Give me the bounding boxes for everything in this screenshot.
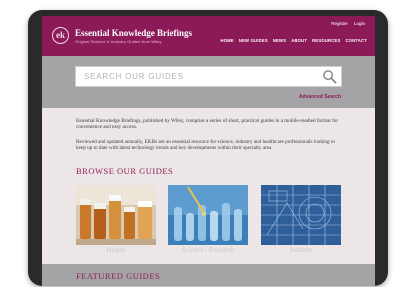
category-label-science[interactable]: Science / Research (168, 246, 248, 254)
register-link[interactable]: Register (331, 21, 348, 26)
brand-name[interactable]: Essential Knowledge Briefings (75, 28, 192, 38)
utility-links: Register Login (331, 21, 365, 26)
main-nav: HOME NEW GUIDES NEWS ABOUT RESOURCES CON… (220, 38, 367, 43)
category-tile-science[interactable] (168, 185, 248, 245)
category-tile-industry[interactable] (261, 185, 341, 245)
nav-resources[interactable]: RESOURCES (312, 38, 340, 43)
featured-band: FEATURED GUIDES (42, 264, 375, 286)
nav-home[interactable]: HOME (220, 38, 233, 43)
nav-news[interactable]: NEWS (273, 38, 286, 43)
search-box (75, 66, 342, 87)
nav-about[interactable]: ABOUT (291, 38, 307, 43)
nav-contact[interactable]: CONTACT (345, 38, 367, 43)
logo-icon[interactable]: ek (52, 27, 69, 44)
health-image (76, 185, 156, 245)
search-input[interactable] (76, 67, 316, 86)
category-tile-health[interactable] (76, 185, 156, 245)
brand-tagline: Original Science & Industry Guides from … (75, 39, 162, 44)
tablet-frame: ek Essential Knowledge Briefings Origina… (28, 10, 388, 286)
category-label-health[interactable]: Health (76, 246, 156, 254)
search-band: Advanced Search (42, 56, 375, 108)
browse-guides-title: BROWSE OUR GUIDES (76, 166, 174, 176)
site-header: ek Essential Knowledge Briefings Origina… (42, 16, 375, 56)
intro-paragraph: Essential Knowledge Briefings, published… (76, 118, 339, 131)
featured-guides-title: FEATURED GUIDES (76, 271, 161, 281)
intro-paragraph-2: Reviewed and updated annually, EKBs are … (76, 139, 335, 152)
science-image (168, 185, 248, 245)
nav-new-guides[interactable]: NEW GUIDES (239, 38, 268, 43)
main-content: Essential Knowledge Briefings, published… (42, 108, 375, 264)
advanced-search-link[interactable]: Advanced Search (299, 94, 341, 100)
login-link[interactable]: Login (354, 21, 365, 26)
search-icon[interactable] (322, 69, 337, 84)
industry-image (261, 185, 341, 245)
category-label-industry[interactable]: Industry (261, 246, 341, 254)
screen: ek Essential Knowledge Briefings Origina… (42, 16, 375, 286)
